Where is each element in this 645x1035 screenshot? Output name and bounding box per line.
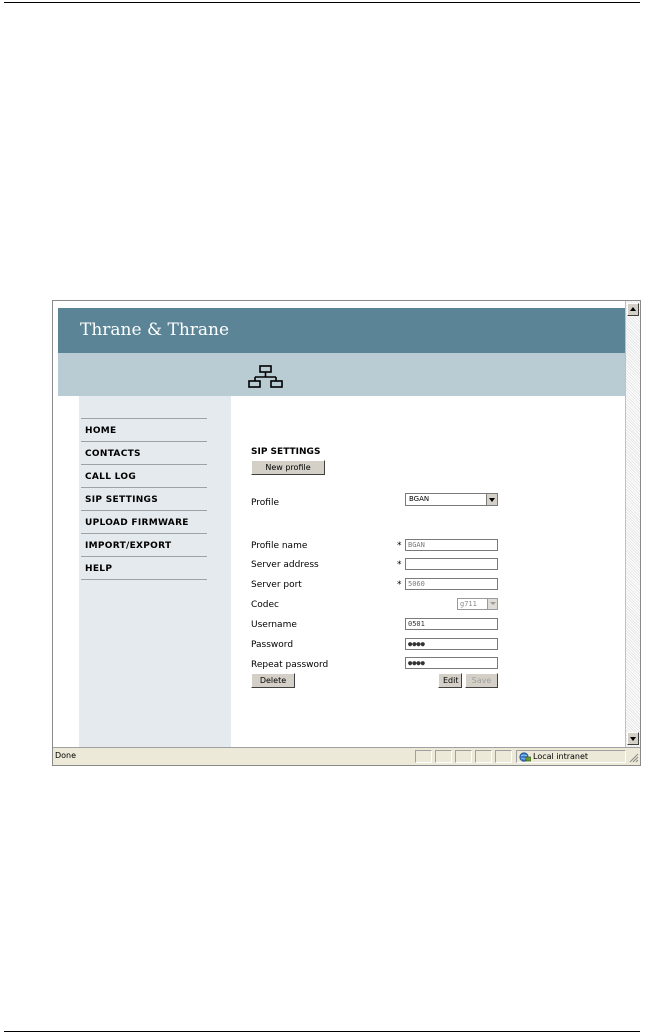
- status-panel: [475, 750, 492, 763]
- security-zone[interactable]: Local intranet: [516, 750, 626, 763]
- profile-label: Profile: [251, 498, 279, 508]
- save-button[interactable]: Save: [465, 673, 498, 688]
- required-marker: *: [397, 580, 402, 590]
- username-label: Username: [251, 620, 297, 630]
- server-port-label: Server port: [251, 580, 302, 590]
- resize-grip-icon[interactable]: [628, 752, 639, 763]
- codec-label: Codec: [251, 600, 279, 610]
- status-text: Done: [55, 751, 77, 760]
- sidebar-item-import-export[interactable]: IMPORT/EXPORT: [81, 534, 207, 557]
- server-address-input[interactable]: [405, 558, 498, 570]
- sidebar-item-upload-firmware[interactable]: UPLOAD FIRMWARE: [81, 511, 207, 534]
- header-banner: Thrane & Thrane: [58, 308, 625, 353]
- status-bar: Done Local intranet: [53, 747, 640, 765]
- profile-name-input[interactable]: BGAN: [405, 539, 498, 551]
- new-profile-button[interactable]: New profile: [251, 460, 325, 475]
- status-panel: [495, 750, 512, 763]
- server-address-label: Server address: [251, 560, 319, 570]
- sidebar-item-home[interactable]: HOME: [81, 419, 207, 442]
- logo-text: Thrane & Thrane: [80, 320, 230, 340]
- codec-select[interactable]: g711: [457, 598, 498, 610]
- server-port-input[interactable]: 5060: [405, 578, 498, 590]
- sidebar-item-sip-settings[interactable]: SIP SETTINGS: [81, 488, 207, 511]
- profile-select[interactable]: BGAN: [405, 493, 498, 506]
- repeat-password-label: Repeat password: [251, 660, 329, 670]
- network-icon[interactable]: [248, 365, 284, 389]
- required-marker: *: [397, 560, 402, 570]
- chevron-down-icon[interactable]: [487, 599, 497, 609]
- edit-button[interactable]: Edit: [438, 673, 462, 688]
- main-content: SIP SETTINGS New profile Profile BGAN Pr…: [231, 396, 625, 747]
- browser-viewport: Thrane & Thrane HOME CONTACTS CALL LOG S…: [53, 301, 625, 747]
- profile-select-value: BGAN: [409, 495, 430, 503]
- scroll-up-icon[interactable]: [627, 303, 639, 316]
- globe-icon: [519, 752, 531, 762]
- password-input[interactable]: ●●●●: [405, 638, 498, 650]
- delete-button[interactable]: Delete: [251, 673, 295, 688]
- security-zone-label: Local intranet: [533, 752, 589, 761]
- sidebar: HOME CONTACTS CALL LOG SIP SETTINGS UPLO…: [79, 396, 231, 747]
- page-top-rule: [4, 2, 640, 3]
- page-bottom-rule: [4, 1031, 640, 1032]
- repeat-password-input[interactable]: ●●●●: [405, 657, 498, 669]
- sidebar-item-contacts[interactable]: CONTACTS: [81, 442, 207, 465]
- status-panel: [415, 750, 432, 763]
- document-page: Thrane & Thrane HOME CONTACTS CALL LOG S…: [0, 0, 645, 1035]
- password-label: Password: [251, 640, 294, 650]
- status-panel: [435, 750, 452, 763]
- profile-name-label: Profile name: [251, 541, 308, 551]
- chevron-down-icon[interactable]: [486, 494, 497, 505]
- required-marker: *: [397, 541, 402, 551]
- sidebar-item-call-log[interactable]: CALL LOG: [81, 465, 207, 488]
- codec-select-value: g711: [460, 600, 477, 608]
- vertical-scrollbar[interactable]: [625, 301, 640, 747]
- browser-window: Thrane & Thrane HOME CONTACTS CALL LOG S…: [52, 300, 641, 766]
- username-input[interactable]: 0501: [405, 618, 498, 630]
- page-title: SIP SETTINGS: [251, 447, 321, 457]
- sidebar-item-help[interactable]: HELP: [81, 557, 207, 580]
- status-panel: [455, 750, 472, 763]
- scroll-down-icon[interactable]: [627, 732, 639, 745]
- sidebar-nav: HOME CONTACTS CALL LOG SIP SETTINGS UPLO…: [81, 418, 207, 580]
- icon-bar: [58, 353, 625, 396]
